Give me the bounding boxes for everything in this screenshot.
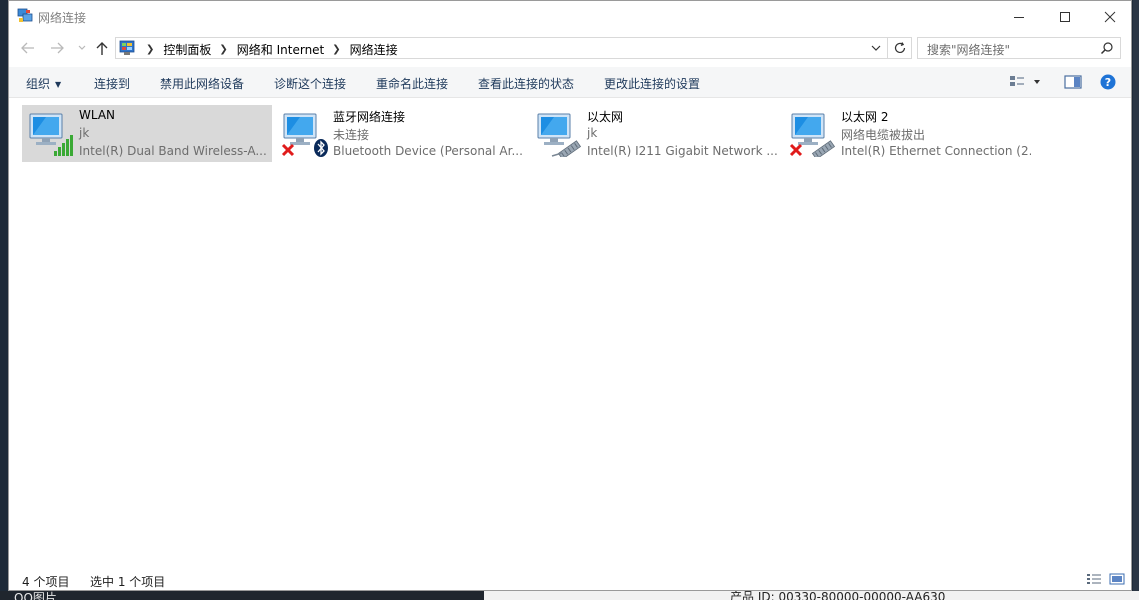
preview-pane-icon[interactable] — [1064, 74, 1082, 90]
chevron-down-icon — [78, 45, 86, 50]
arrow-up-icon — [96, 42, 108, 55]
connection-device: Intel(R) I211 Gigabit Network ... — [587, 144, 777, 158]
ethernet-adapter-icon — [537, 113, 582, 157]
connection-name: 以太网 2 — [841, 110, 889, 124]
back-button[interactable] — [18, 39, 38, 57]
diagnose-button[interactable]: 诊断这个连接 — [274, 75, 346, 92]
connections-list: WLAN jk Intel(R) Dual Band Wireless-A...… — [9, 98, 1131, 568]
large-icons-view-icon[interactable] — [1109, 573, 1125, 585]
control-panel-icon — [119, 40, 135, 55]
minimize-icon — [1014, 16, 1024, 18]
title-bar[interactable]: 网络连接 — [9, 1, 1131, 32]
connection-device: Intel(R) Ethernet Connection (2... — [841, 144, 1031, 158]
connection-device: Bluetooth Device (Personal Ar... — [333, 144, 523, 158]
selected-count: 选中 1 个项目 — [90, 575, 166, 589]
connection-status: 未连接 — [333, 128, 370, 142]
refresh-icon — [894, 42, 906, 54]
address-row: ❯ 控制面板 ❯ 网络和 Internet ❯ 网络连接 搜索"网络连接" — [9, 34, 1131, 62]
connect-to-button[interactable]: 连接到 — [94, 75, 130, 92]
desktop-background-bottom: QQ图片 产品 ID: 00330-80000-00000-AA630 — [0, 591, 1139, 600]
change-settings-button[interactable]: 更改此连接的设置 — [604, 75, 700, 92]
search-input[interactable]: 搜索"网络连接" — [927, 41, 1010, 58]
forward-button[interactable] — [47, 39, 67, 57]
connection-name: WLAN — [79, 108, 116, 122]
desktop-file-label: QQ图片 — [14, 591, 57, 600]
connection-status: 网络电缆被拔出 — [841, 128, 926, 142]
recent-locations-button[interactable] — [72, 39, 92, 57]
connection-name: 以太网 — [587, 110, 624, 124]
wifi-adapter-icon — [29, 113, 73, 156]
error-x-icon — [281, 143, 295, 157]
breadcrumb-control-panel[interactable]: 控制面板 — [163, 41, 211, 58]
organize-button[interactable]: 组织 ▼ — [26, 75, 61, 92]
breadcrumb-separator-icon[interactable]: ❯ — [332, 44, 340, 55]
disable-device-button[interactable]: 禁用此网络设备 — [160, 75, 244, 92]
view-status-button[interactable]: 查看此连接的状态 — [478, 75, 574, 92]
svg-text:?: ? — [1105, 76, 1111, 89]
details-view-icon[interactable] — [1086, 573, 1102, 585]
change-view-icon[interactable] — [1009, 74, 1043, 90]
window-title: 网络连接 — [38, 11, 87, 25]
connection-tile-bluetooth[interactable]: 蓝牙网络连接 未连接 Bluetooth Device (Personal Ar… — [276, 105, 526, 162]
maximize-icon — [1060, 11, 1070, 22]
close-icon — [1104, 11, 1116, 22]
organize-label: 组织 — [26, 77, 51, 91]
caret-down-icon: ▼ — [55, 80, 62, 89]
background-window-text: 产品 ID: 00330-80000-00000-AA630 — [730, 591, 946, 600]
status-bar: 4 个项目 选中 1 个项目 — [9, 568, 1131, 590]
address-bar[interactable]: ❯ 控制面板 ❯ 网络和 Internet ❯ 网络连接 — [115, 37, 912, 59]
bluetooth-adapter-icon — [281, 113, 328, 157]
address-history-dropdown-icon[interactable] — [869, 41, 883, 55]
minimize-button[interactable] — [996, 1, 1042, 32]
desktop-background-right — [1133, 0, 1139, 591]
close-button[interactable] — [1087, 1, 1133, 32]
refresh-button[interactable] — [887, 37, 912, 59]
error-x-icon — [789, 143, 803, 157]
network-connections-window: 网络连接 ❯ 控制面板 ❯ 网络和 Internet ❯ 网络连接 搜索"网络连… — [8, 0, 1132, 591]
breadcrumb: ❯ 控制面板 ❯ 网络和 Internet ❯ 网络连接 — [138, 41, 398, 58]
arrow-left-icon — [21, 42, 34, 54]
help-icon[interactable]: ? — [1100, 74, 1116, 90]
connection-status: jk — [587, 126, 598, 140]
up-button[interactable] — [92, 39, 112, 57]
command-bar: 组织 ▼ 连接到 禁用此网络设备 诊断这个连接 重命名此连接 查看此连接的状态 更… — [9, 67, 1131, 98]
search-box[interactable]: 搜索"网络连接" — [917, 37, 1121, 59]
arrow-right-icon — [51, 42, 64, 54]
search-icon[interactable] — [1100, 41, 1114, 55]
ethernet-adapter-icon — [789, 113, 836, 157]
breadcrumb-network-connections[interactable]: 网络连接 — [350, 41, 398, 58]
breadcrumb-separator-icon[interactable]: ❯ — [146, 44, 154, 55]
connection-tile-ethernet-2[interactable]: 以太网 2 网络电缆被拔出 Intel(R) Ethernet Connecti… — [784, 105, 1034, 162]
item-count: 4 个项目 — [22, 575, 70, 589]
network-connections-icon — [17, 8, 33, 22]
connection-status: jk — [79, 126, 90, 140]
connection-device: Intel(R) Dual Band Wireless-A... — [79, 144, 267, 158]
connection-tile-ethernet[interactable]: 以太网 jk Intel(R) I211 Gigabit Network ... — [530, 105, 780, 162]
breadcrumb-separator-icon[interactable]: ❯ — [219, 44, 227, 55]
connection-tile-wlan[interactable]: WLAN jk Intel(R) Dual Band Wireless-A... — [22, 105, 272, 162]
rename-button[interactable]: 重命名此连接 — [376, 75, 448, 92]
maximize-button[interactable] — [1042, 1, 1088, 32]
breadcrumb-network-internet[interactable]: 网络和 Internet — [237, 41, 324, 58]
connection-name: 蓝牙网络连接 — [333, 110, 406, 124]
